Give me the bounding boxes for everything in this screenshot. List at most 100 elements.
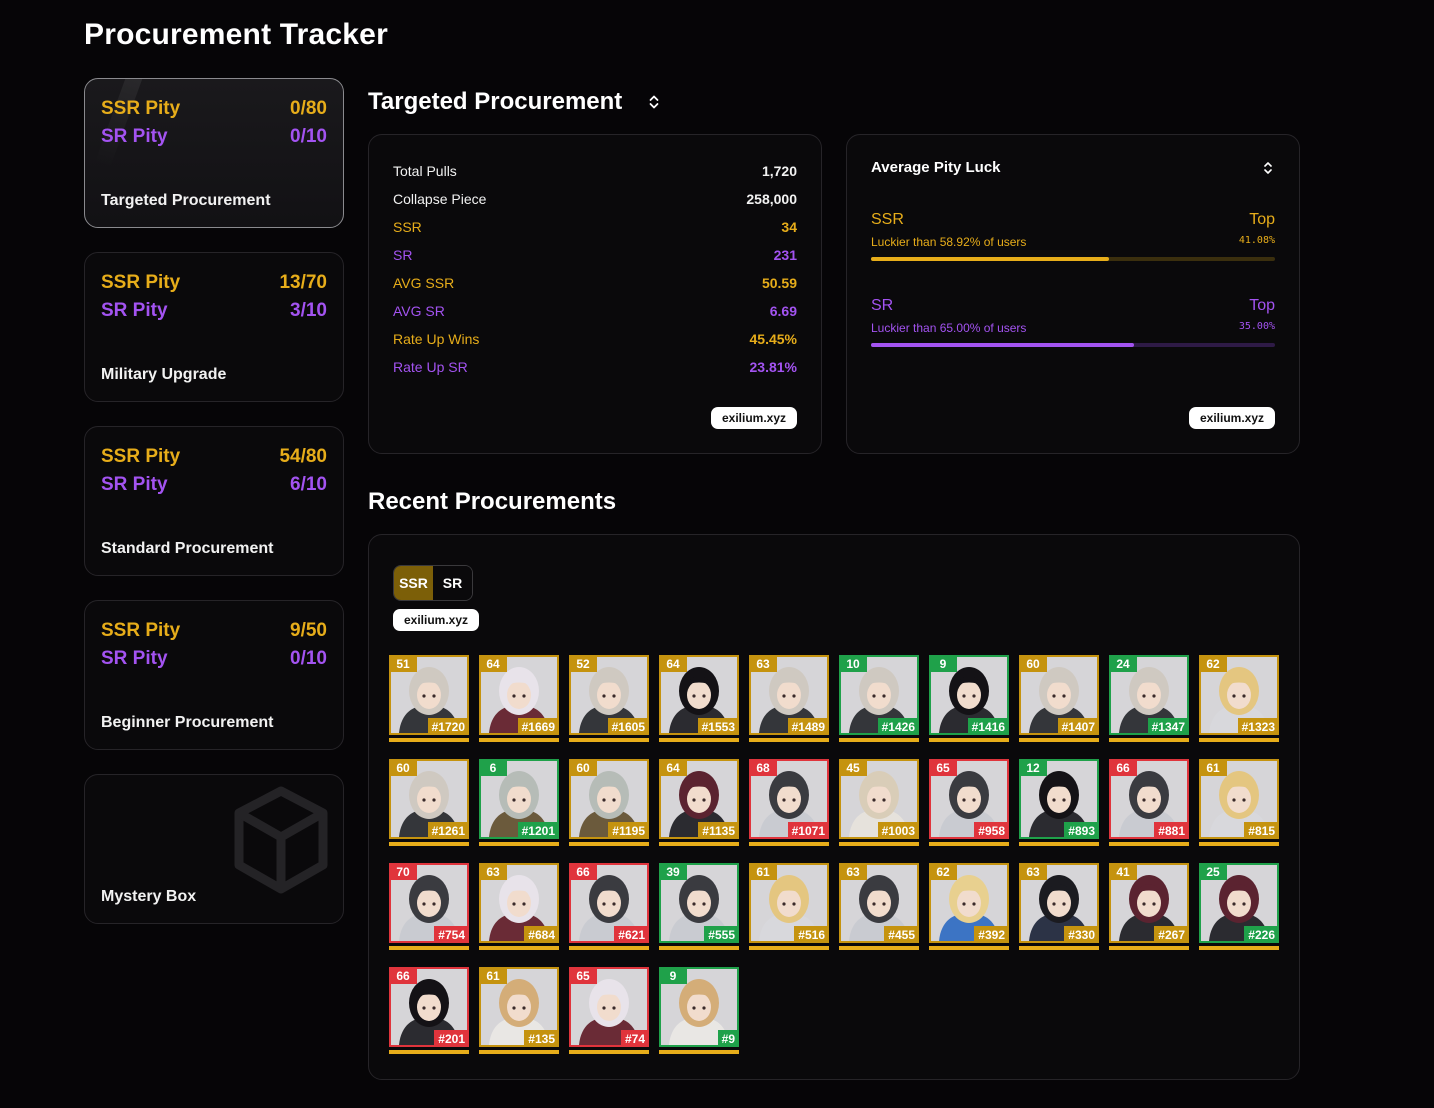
luck-ssr-bar-fill	[871, 257, 1110, 261]
sr-pity-label: SR Pity	[101, 300, 168, 321]
sidebar-card-standard-procurement[interactable]: SSR Pity 54/80 SR Pity 6/10 Standard Pro…	[84, 426, 344, 576]
pull-number: #1489	[787, 718, 829, 735]
procurement-tile[interactable]: 62 #392	[929, 863, 1009, 950]
procurement-grid: 51 #1720 64 #1669 52 #1605 64 #1553 63 #1489 10 #14…	[389, 655, 1279, 1054]
page-title: Procurement Tracker	[84, 18, 388, 51]
rarity-bar	[1109, 738, 1189, 742]
toggle-ssr-button[interactable]: SSR	[394, 566, 433, 600]
procurement-tile[interactable]: 63 #330	[1019, 863, 1099, 950]
procurement-tile[interactable]: 65 #74	[569, 967, 649, 1054]
procurement-tile[interactable]: 45 #1003	[839, 759, 919, 846]
rarity-bar	[1019, 842, 1099, 846]
rarity-bar	[1019, 946, 1099, 950]
sidebar-card-beginner-procurement[interactable]: SSR Pity 9/50 SR Pity 0/10 Beginner Proc…	[84, 600, 344, 750]
pull-number: #455	[884, 926, 919, 943]
procurement-tile[interactable]: 52 #1605	[569, 655, 649, 742]
procurement-tile[interactable]: 61 #516	[749, 863, 829, 950]
rarity-bar	[569, 842, 649, 846]
rarity-bar	[1019, 738, 1099, 742]
stat-row: AVG SR 6.69	[393, 303, 797, 319]
pity-badge: 61	[749, 863, 777, 880]
luck-ssr-top: Top	[1249, 211, 1275, 228]
pull-number: #684	[524, 926, 559, 943]
procurement-tile[interactable]: 60 #1407	[1019, 655, 1099, 742]
procurement-tile[interactable]: 51 #1720	[389, 655, 469, 742]
procurement-tile[interactable]: 66 #881	[1109, 759, 1189, 846]
procurement-tile[interactable]: 61 #135	[479, 967, 559, 1054]
sort-chevrons-icon[interactable]	[1263, 161, 1273, 175]
ssr-pity-value: 9/50	[290, 620, 327, 641]
procurement-tile[interactable]: 10 #1426	[839, 655, 919, 742]
rarity-bar	[839, 738, 919, 742]
pity-badge: 45	[839, 759, 867, 776]
pull-number: #1071	[787, 822, 829, 839]
banner-name: Standard Procurement	[101, 540, 274, 557]
pull-number: #330	[1064, 926, 1099, 943]
rarity-bar	[389, 1050, 469, 1054]
pity-badge: 70	[389, 863, 417, 880]
rarity-bar	[1199, 946, 1279, 950]
cube-icon	[234, 786, 328, 894]
procurement-tile[interactable]: 68 #1071	[749, 759, 829, 846]
procurement-tile[interactable]: 63 #684	[479, 863, 559, 950]
procurement-tile[interactable]: 64 #1135	[659, 759, 739, 846]
procurement-tile[interactable]: 63 #1489	[749, 655, 829, 742]
sidebar-card-targeted-procurement[interactable]: SSR Pity 0/80 SR Pity 0/10 Targeted Proc…	[84, 78, 344, 228]
luck-panel: Average Pity Luck SSR Luckier than 58.92…	[846, 134, 1300, 454]
pull-number: #893	[1064, 822, 1099, 839]
pull-number: #392	[974, 926, 1009, 943]
procurement-tile[interactable]: 60 #1261	[389, 759, 469, 846]
procurement-tile[interactable]: 39 #555	[659, 863, 739, 950]
pull-number: #1407	[1057, 718, 1099, 735]
pull-number: #1135	[698, 822, 739, 839]
pity-badge: 6	[479, 759, 507, 776]
procurement-tile[interactable]: 9 #9	[659, 967, 739, 1054]
procurement-tile[interactable]: 65 #958	[929, 759, 1009, 846]
pull-number: #1416	[967, 718, 1009, 735]
procurement-tile[interactable]: 66 #201	[389, 967, 469, 1054]
sort-chevrons-icon[interactable]	[648, 94, 660, 110]
rarity-bar	[389, 946, 469, 950]
pull-number: #1669	[517, 718, 559, 735]
section-title-recent: Recent Procurements	[368, 488, 617, 515]
section-title-targeted: Targeted Procurement	[368, 88, 623, 115]
recent-panel: SSR SR exilium.xyz 51 #1720 64 #1669 52 #1605…	[368, 534, 1300, 1080]
procurement-tile[interactable]: 64 #1669	[479, 655, 559, 742]
procurement-tile[interactable]: 62 #1323	[1199, 655, 1279, 742]
rarity-bar	[749, 946, 829, 950]
procurement-tile[interactable]: 41 #267	[1109, 863, 1189, 950]
luck-ssr-sub: Luckier than 58.92% of users	[871, 235, 1027, 249]
luck-sr-bar-fill	[871, 343, 1134, 347]
luck-sr-pct: 35.00%	[1238, 321, 1275, 332]
rarity-bar	[569, 1050, 649, 1054]
sidebar-card-mystery-box[interactable]: Mystery Box	[84, 774, 344, 924]
procurement-tile[interactable]: 63 #455	[839, 863, 919, 950]
pity-badge: 64	[479, 655, 507, 672]
procurement-tile[interactable]: 6 #1201	[479, 759, 559, 846]
pull-number: #9	[717, 1030, 739, 1047]
rarity-bar	[569, 738, 649, 742]
procurement-tile[interactable]: 61 #815	[1199, 759, 1279, 846]
procurement-tile[interactable]: 64 #1553	[659, 655, 739, 742]
banner-name: Targeted Procurement	[101, 192, 271, 209]
banner-name: Military Upgrade	[101, 366, 227, 383]
procurement-tile[interactable]: 70 #754	[389, 863, 469, 950]
sr-pity-value: 0/10	[290, 126, 327, 147]
sr-pity-value: 3/10	[290, 300, 327, 321]
procurement-tile[interactable]: 66 #621	[569, 863, 649, 950]
rarity-bar	[839, 946, 919, 950]
pity-badge: 39	[659, 863, 687, 880]
toggle-sr-button[interactable]: SR	[433, 566, 472, 600]
procurement-tile[interactable]: 12 #893	[1019, 759, 1099, 846]
sidebar-card-military-upgrade[interactable]: SSR Pity 13/70 SR Pity 3/10 Military Upg…	[84, 252, 344, 402]
pity-badge: 51	[389, 655, 417, 672]
procurement-tile[interactable]: 25 #226	[1199, 863, 1279, 950]
pull-number: #201	[434, 1030, 469, 1047]
rarity-bar	[659, 946, 739, 950]
sr-pity-label: SR Pity	[101, 648, 168, 669]
procurement-tile[interactable]: 9 #1416	[929, 655, 1009, 742]
procurement-tile[interactable]: 60 #1195	[569, 759, 649, 846]
pull-number: #1426	[877, 718, 919, 735]
procurement-tile[interactable]: 24 #1347	[1109, 655, 1189, 742]
pity-badge: 12	[1019, 759, 1047, 776]
